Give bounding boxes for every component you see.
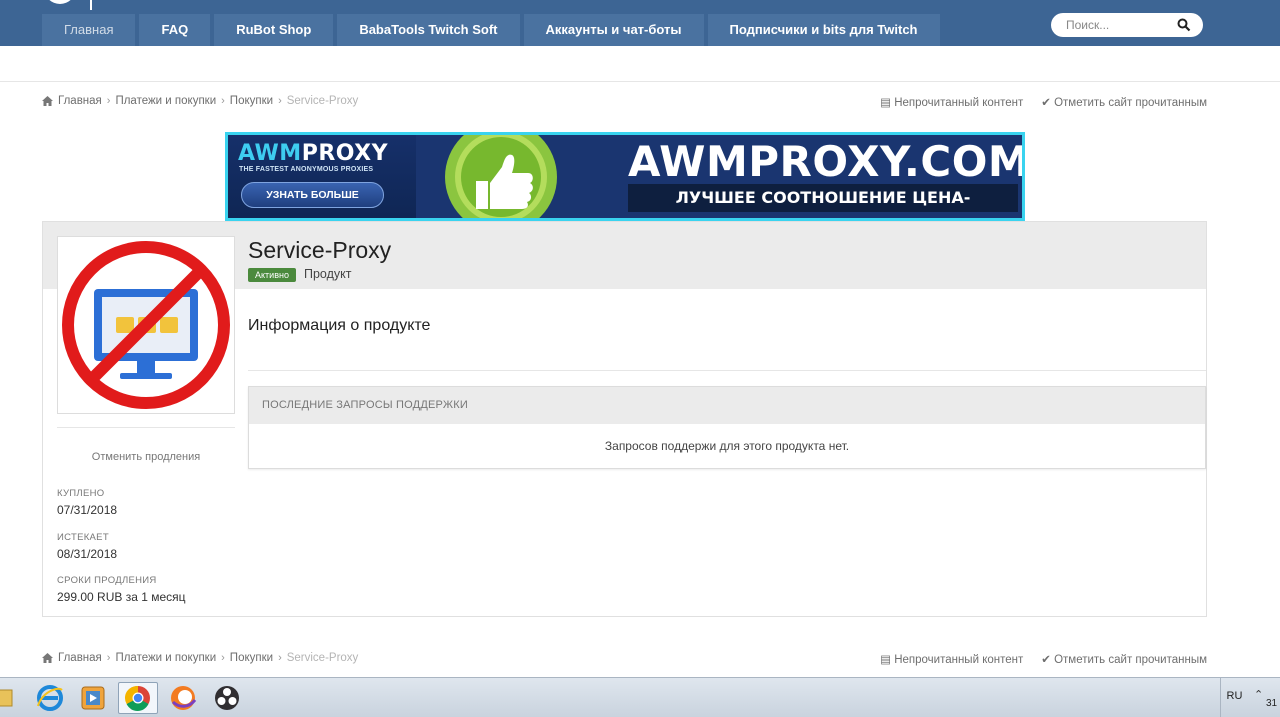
section-divider (248, 370, 1206, 371)
os-taskbar: RU ⌃ 31 (0, 677, 1280, 717)
obs-icon[interactable] (209, 682, 245, 714)
nav-item-babatools[interactable]: BabaTools Twitch Soft (337, 14, 520, 46)
chevron-right-icon: › (221, 95, 225, 107)
check-icon: ✔ (1041, 654, 1051, 666)
site-actions-bottom: ▤ Непрочитанный контент ✔ Отметить сайт … (880, 652, 1207, 666)
banner-logo: AWMPROXY (238, 141, 389, 166)
thumbs-up-icon (416, 135, 586, 218)
home-icon (42, 653, 53, 663)
unread-content-label: Непрочитанный контент (894, 97, 1024, 109)
status-badge: Активно (248, 268, 296, 282)
newspaper-icon: ▤ (880, 97, 891, 109)
mark-read-label: Отметить сайт прочитанным (1054, 97, 1207, 109)
chevron-right-icon: › (278, 652, 282, 664)
search-placeholder: Поиск... (1066, 18, 1110, 32)
mark-read-link[interactable]: ✔ Отметить сайт прочитанным (1041, 652, 1207, 666)
breadcrumb-bottom: Главная › Платежи и покупки › Покупки › … (42, 652, 358, 664)
unread-content-link[interactable]: ▤ Непрочитанный контент (880, 652, 1023, 666)
product-info-heading: Информация о продукте (248, 317, 431, 334)
nav-item-home[interactable]: Главная (42, 14, 136, 46)
nav-item-rubot-shop[interactable]: RuBot Shop (214, 14, 334, 46)
chevron-right-icon: › (278, 95, 282, 107)
breadcrumb-purchases[interactable]: Покупки (230, 652, 273, 664)
mark-read-link[interactable]: ✔ Отметить сайт прочитанным (1041, 95, 1207, 109)
nav-item-accounts[interactable]: Аккаунты и чат-боты (523, 14, 704, 46)
breadcrumb-payments[interactable]: Платежи и покупки (115, 652, 216, 664)
browser-icon[interactable] (165, 682, 201, 714)
breadcrumb-home[interactable]: Главная (58, 652, 102, 664)
product-image (57, 236, 235, 414)
logo-divider (90, 0, 92, 10)
media-player-icon[interactable] (75, 682, 111, 714)
chevron-up-icon[interactable]: ⌃ (1254, 688, 1263, 701)
breadcrumb-current: Service-Proxy (286, 652, 359, 664)
banner-domain: AWMPROXY.COM (628, 137, 1025, 186)
product-title: Service-Proxy (248, 237, 392, 263)
purchased-label: КУПЛЕНО (57, 488, 105, 499)
product-type: Продукт (304, 267, 352, 281)
banner-subtitle: THE FASTEST ANONYMOUS PROXIES (239, 166, 374, 173)
check-icon: ✔ (1041, 97, 1051, 109)
banner-left-panel: AWMPROXY THE FASTEST ANONYMOUS PROXIES У… (228, 135, 423, 218)
advertisement-banner[interactable]: AWMPROXY THE FASTEST ANONYMOUS PROXIES У… (225, 132, 1025, 221)
no-vpn-icon (58, 237, 234, 413)
support-requests-panel: ПОСЛЕДНИЕ ЗАПРОСЫ ПОДДЕРЖКИ Запросов под… (248, 386, 1206, 469)
unread-content-label: Непрочитанный контент (894, 654, 1024, 666)
breadcrumb-current: Service-Proxy (286, 95, 359, 107)
breadcrumb: Главная › Платежи и покупки › Покупки › … (42, 95, 358, 107)
taskbar-clock[interactable]: 31 (1266, 698, 1277, 709)
newspaper-icon: ▤ (880, 654, 891, 666)
site-logo[interactable] (44, 0, 76, 4)
chrome-icon (124, 685, 150, 711)
banner-tagline: ЛУЧШЕЕ СООТНОШЕНИЕ ЦЕНА-КАЧЕСТВО (628, 184, 1018, 218)
top-navigation: Главная FAQ RuBot Shop BabaTools Twitch … (0, 0, 1280, 46)
purchased-value: 07/31/2018 (57, 503, 118, 517)
breadcrumb-home[interactable]: Главная (58, 95, 102, 107)
search-input[interactable]: Поиск... (1051, 13, 1203, 37)
chevron-right-icon: › (106, 652, 111, 664)
chevron-right-icon: › (221, 652, 225, 664)
nav-item-subscribers[interactable]: Подписчики и bits для Twitch (707, 14, 940, 46)
internet-explorer-icon[interactable] (32, 682, 68, 714)
renewal-terms-value: 299.00 RUB за 1 месяц (57, 590, 186, 604)
expires-value: 08/31/2018 (57, 547, 118, 561)
expires-label: ИСТЕКАЕТ (57, 532, 109, 543)
breadcrumb-payments[interactable]: Платежи и покупки (115, 95, 216, 107)
chevron-right-icon: › (106, 95, 111, 107)
chrome-taskbar-button[interactable] (118, 682, 158, 714)
site-actions: ▤ Непрочитанный контент ✔ Отметить сайт … (880, 95, 1207, 109)
support-requests-empty: Запросов поддержи для этого продукта нет… (604, 439, 850, 453)
sidebar-divider (57, 427, 235, 428)
cancel-renewal-button[interactable]: Отменить продления (57, 451, 235, 463)
breadcrumb-purchases[interactable]: Покупки (230, 95, 273, 107)
search-icon[interactable] (1177, 18, 1191, 32)
unread-content-link[interactable]: ▤ Непрочитанный контент (880, 95, 1023, 109)
sub-navigation-bar (0, 46, 1280, 82)
main-nav: Главная FAQ RuBot Shop BabaTools Twitch … (42, 14, 940, 46)
language-indicator[interactable]: RU (1220, 678, 1248, 717)
banner-learn-more-button[interactable]: УЗНАТЬ БОЛЬШЕ (241, 182, 384, 208)
nav-item-faq[interactable]: FAQ (139, 14, 211, 46)
home-icon (42, 96, 53, 106)
folder-icon[interactable] (0, 682, 14, 714)
support-requests-heading: ПОСЛЕДНИЕ ЗАПРОСЫ ПОДДЕРЖКИ (249, 387, 1205, 424)
product-card: Service-Proxy Активно Продукт Информация… (42, 221, 1207, 617)
mark-read-label: Отметить сайт прочитанным (1054, 654, 1207, 666)
renewal-terms-label: СРОКИ ПРОДЛЕНИЯ (57, 575, 157, 586)
